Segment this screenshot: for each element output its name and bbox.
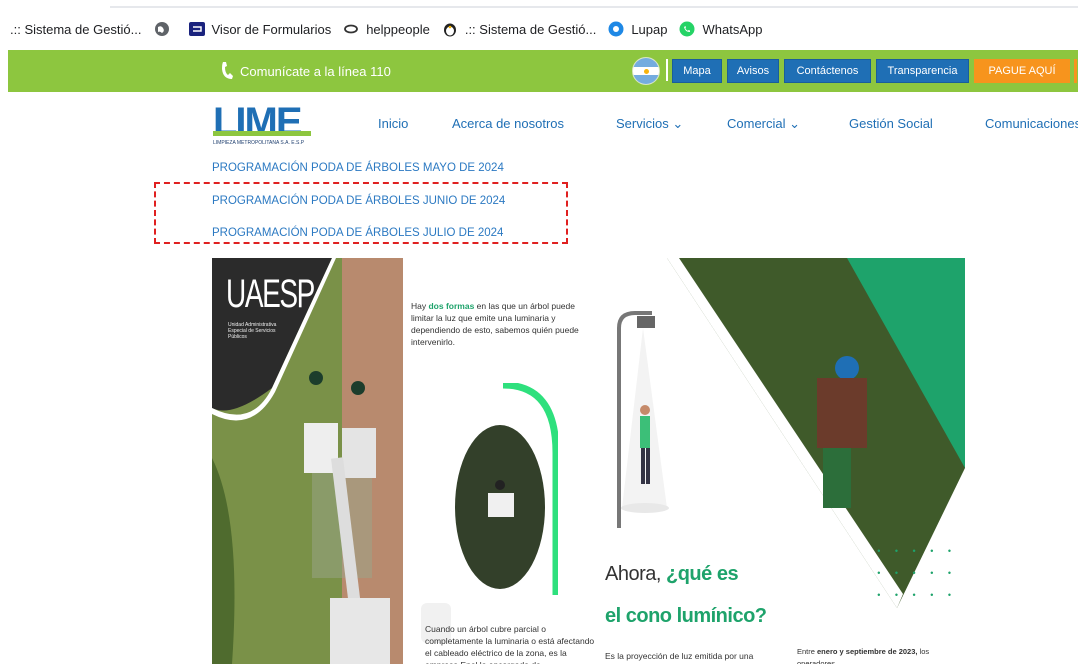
lupap-icon — [608, 21, 624, 37]
bookmark-globe[interactable] — [154, 21, 177, 37]
nav-comunicaciones[interactable]: Comunicaciones — [985, 116, 1078, 131]
bookmarks-bar: .:: Sistema de Gestió... Visor de Formul… — [0, 14, 1078, 44]
transparencia-button[interactable]: Transparencia — [876, 59, 969, 83]
question-line-1: Ahora, ¿qué es — [605, 563, 739, 585]
globe-icon — [154, 21, 170, 37]
nav-acerca[interactable]: Acerca de nosotros — [452, 116, 564, 131]
bookmark-helppeople[interactable]: helppeople — [343, 21, 430, 37]
nav-inicio[interactable]: Inicio — [378, 116, 408, 131]
logo-subtitle: LIMPIEZA METROPOLITANA S.A. E.S.P — [213, 140, 305, 146]
cono-luminico-panel: Ahora, ¿qué es el cono lumínico? • • • •… — [597, 258, 965, 664]
bookmark-label: .:: Sistema de Gestió... — [464, 21, 597, 37]
logo-text: LIME — [213, 100, 303, 144]
decorative-dots: • • • • • • • • • • • • • • • — [877, 546, 957, 600]
topbar-separator — [666, 59, 668, 81]
top-contact-bar: Comunícate a la línea 110 Mapa Avisos Co… — [8, 50, 1078, 92]
pay-edge — [1074, 59, 1077, 83]
whatsapp-icon — [679, 21, 695, 37]
uaesp-subtitle: Unidad Administrativa Especial de Servic… — [228, 322, 277, 340]
nav-gestion-social[interactable]: Gestión Social — [849, 116, 933, 131]
bookmark-label: .:: Sistema de Gestió... — [10, 21, 142, 37]
contactenos-button[interactable]: Contáctenos — [784, 59, 871, 83]
logo-green-stripe — [213, 131, 311, 136]
contact-line-text: Comunícate a la línea 110 — [240, 63, 391, 79]
phone-icon — [222, 62, 233, 79]
bookmark-sistema-gestion-1[interactable]: .:: Sistema de Gestió... — [10, 22, 142, 37]
bucket-truck-illustration — [455, 383, 558, 595]
partial-cover-paragraph: Cuando un árbol cubre parcial o completa… — [425, 624, 595, 664]
mapa-button[interactable]: Mapa — [672, 59, 722, 83]
footer-note: Entre enero y septiembre de 2023, los op… — [797, 647, 930, 664]
cono-answer-paragraph: Es la proyección de luz emitida por una — [605, 651, 754, 661]
link-icon — [343, 21, 359, 37]
bookmark-lupap[interactable]: Lupap — [608, 21, 667, 37]
penguin-icon — [442, 21, 458, 37]
nav-servicios[interactable]: Servicios ⌄ — [616, 116, 683, 132]
bookmark-label: Lupap — [631, 21, 668, 37]
lime-logo[interactable]: LIME LIMPIEZA METROPOLITANA S.A. E.S.P — [213, 102, 313, 148]
tree-pruning-photo — [212, 258, 403, 664]
nav-comercial[interactable]: Comercial ⌄ — [727, 116, 800, 132]
window-top-line — [110, 6, 1078, 8]
infographic-intro-panel: Hay dos formas en las que un árbol puede… — [403, 258, 597, 664]
link-poda-mayo-2024[interactable]: PROGRAMACIÓN PODA DE ÁRBOLES MAYO DE 202… — [212, 162, 504, 174]
form-icon — [188, 21, 205, 37]
contact-line[interactable]: Comunícate a la línea 110 — [220, 61, 391, 81]
intro-paragraph: Hay dos formas en las que un árbol puede… — [411, 301, 579, 347]
bookmark-whatsapp[interactable]: WhatsApp — [679, 21, 762, 37]
language-flag-icon[interactable] — [632, 57, 660, 85]
bookmark-sistema-gestion-2[interactable]: .:: Sistema de Gestió... — [442, 21, 597, 37]
bookmark-label: Visor de Formularios — [211, 21, 332, 37]
uaesp-title: UAESP — [226, 272, 315, 316]
bookmark-label: WhatsApp — [702, 21, 763, 37]
bookmark-visor-formularios[interactable]: Visor de Formularios — [188, 21, 332, 37]
highlight-annotation-box — [154, 182, 568, 244]
avisos-button[interactable]: Avisos — [727, 59, 779, 83]
question-line-2: el cono lumínico? — [605, 605, 767, 627]
bookmark-label: helppeople — [366, 21, 430, 37]
pague-aqui-button[interactable]: PAGUE AQUÍ — [974, 59, 1070, 83]
uaesp-photo-panel: UAESP Unidad Administrativa Especial de … — [212, 258, 403, 664]
